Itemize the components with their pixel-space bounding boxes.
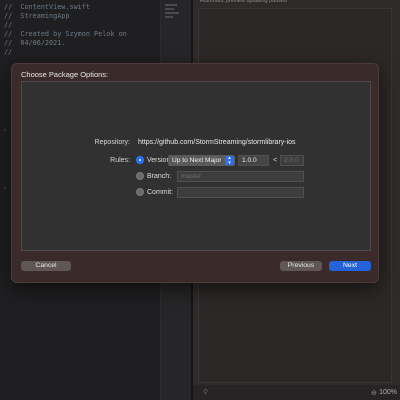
- branch-radio[interactable]: [136, 172, 144, 180]
- code-line: // 04/06/2021.: [4, 39, 66, 47]
- cancel-button[interactable]: Cancel: [21, 261, 71, 271]
- commit-label: Commit:: [147, 189, 174, 196]
- version-to-input[interactable]: 2.0.0: [280, 155, 304, 166]
- minimap-line: [165, 12, 179, 14]
- pin-icon[interactable]: ⚲: [203, 388, 208, 396]
- zoom-level[interactable]: 100%: [379, 389, 397, 396]
- branch-input[interactable]: master: [177, 171, 304, 182]
- zoom-out-icon[interactable]: ⊖: [371, 389, 377, 397]
- code-line: //: [4, 21, 13, 29]
- fold-marker-icon[interactable]: ›: [3, 126, 7, 134]
- branch-label: Branch:: [147, 173, 172, 180]
- preview-status-text: Automatic preview updating paused: [200, 0, 288, 4]
- code-line: // ContentView.swift: [4, 3, 90, 11]
- code-line: //: [4, 48, 13, 56]
- previous-button[interactable]: Previous: [280, 261, 322, 271]
- version-range-separator: <: [273, 157, 278, 164]
- repository-row: Repository: https://github.com/StormStre…: [22, 139, 370, 149]
- code-line: // StreamingApp: [4, 12, 70, 20]
- repository-url: https://github.com/StormStreaming/storml…: [138, 139, 296, 146]
- code-line: // Created by Szymon Pelok on: [4, 30, 127, 38]
- version-rule-value: Up to Next Major: [172, 157, 222, 164]
- minimap-line: [165, 8, 174, 10]
- commit-radio[interactable]: [136, 188, 144, 196]
- minimap-line: [165, 4, 177, 6]
- package-options-sheet: Choose Package Options: Repository: http…: [11, 63, 379, 283]
- next-button[interactable]: Next: [329, 261, 371, 271]
- options-panel: Repository: https://github.com/StormStre…: [21, 81, 371, 251]
- canvas-status-bar: [193, 385, 400, 400]
- version-rule-dropdown[interactable]: Up to Next Major ▴ ▾: [168, 155, 235, 166]
- version-radio[interactable]: [136, 156, 144, 164]
- repository-label: Repository:: [94, 139, 130, 146]
- sheet-title: Choose Package Options:: [21, 70, 109, 79]
- version-from-input[interactable]: 1.0.0: [238, 155, 269, 166]
- chevron-updown-icon: ▴ ▾: [225, 156, 234, 165]
- rules-label: Rules:: [110, 157, 130, 164]
- commit-input[interactable]: [177, 187, 304, 198]
- fold-marker-icon[interactable]: ›: [3, 184, 7, 192]
- minimap-line: [165, 16, 173, 18]
